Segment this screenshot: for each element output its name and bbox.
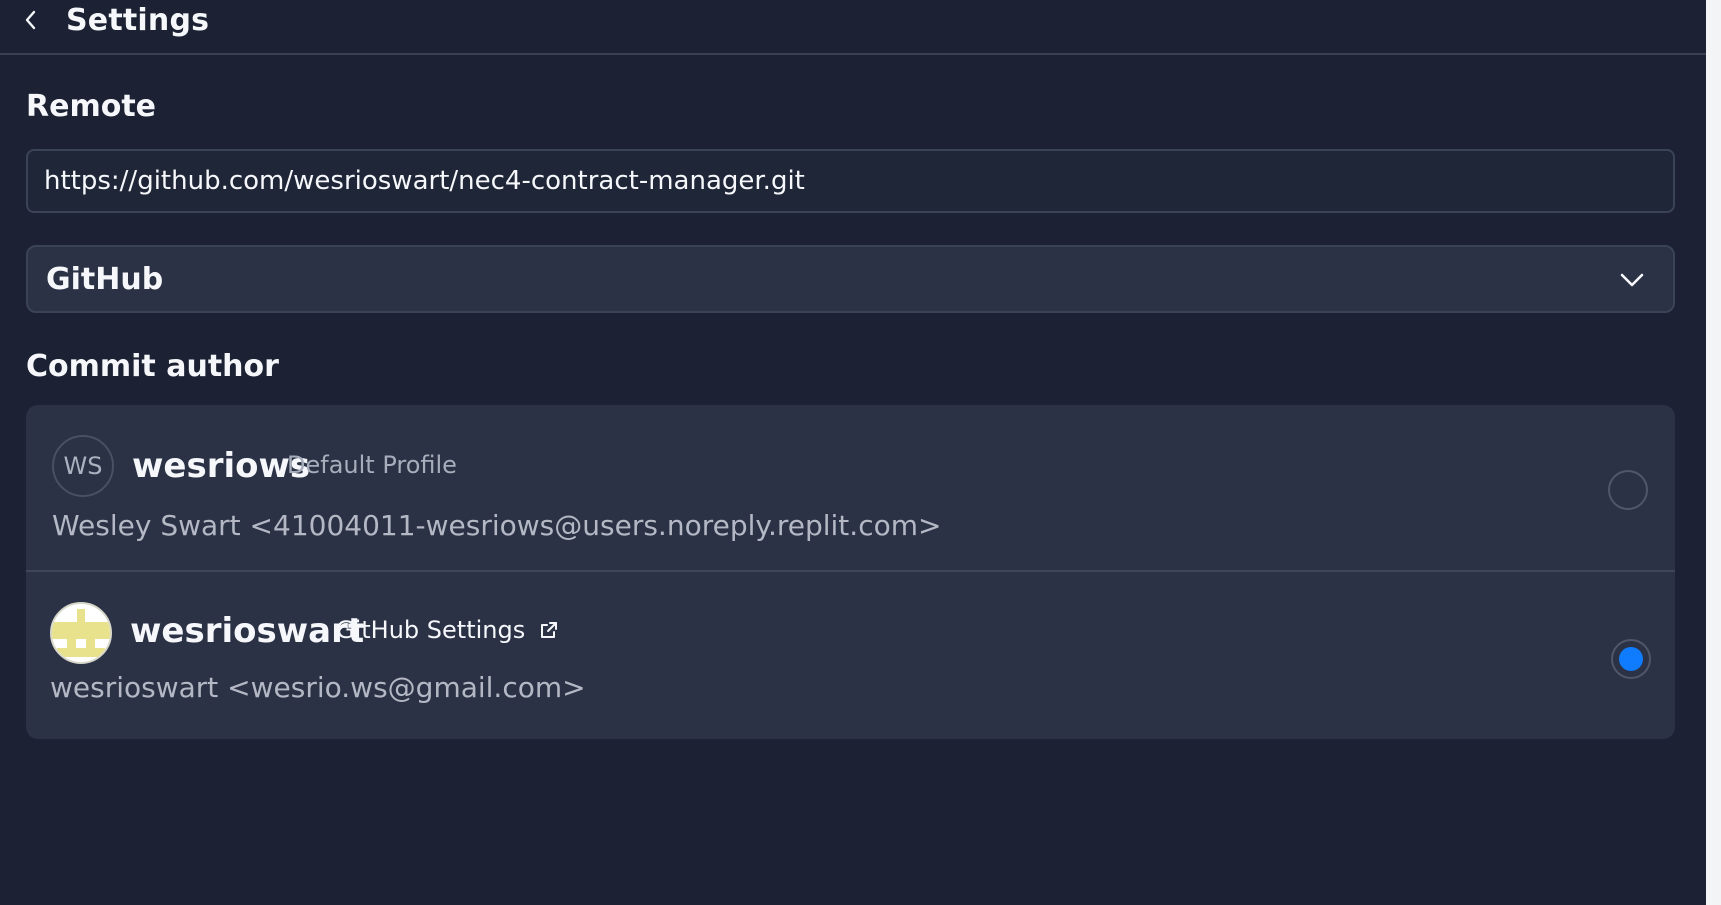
commit-author-title: Commit author [26,349,279,384]
remote-section-title: Remote [26,89,157,124]
page-title: Settings [66,3,210,38]
author-option[interactable]: WS wesriows Default Profile Wesley Swart… [26,405,1675,572]
avatar [50,602,112,664]
author-radio-selected[interactable] [1611,639,1651,679]
author-radio[interactable] [1608,470,1648,510]
author-option[interactable]: wesrioswart GitHub Settings wesrioswart … [26,572,1675,739]
settings-header: Settings [0,0,1706,55]
chevron-left-icon [25,10,36,30]
github-settings-label: GitHub Settings [336,616,526,644]
selected-provider: GitHub [46,262,164,297]
default-profile-label: Default Profile [287,451,457,479]
external-link-icon [541,622,558,638]
author-email: wesrioswart <wesrio.ws@gmail.com> [50,671,586,704]
github-settings-link[interactable]: GitHub Settings [336,615,559,645]
chevron-down-icon [1620,273,1644,287]
author-username: wesriows [132,446,311,486]
author-username: wesrioswart [130,611,365,651]
avatar: WS [52,435,114,497]
author-email: Wesley Swart <41004011-wesriows@users.no… [52,509,942,542]
settings-panel: Settings Remote GitHub Commit author WS … [0,0,1706,905]
identicon-avatar [52,604,110,662]
radio-selected-indicator [1619,647,1643,671]
git-provider-select[interactable]: GitHub [26,245,1675,313]
back-button[interactable] [18,6,44,34]
commit-author-list: WS wesriows Default Profile Wesley Swart… [26,405,1675,739]
window-edge [1706,0,1721,905]
remote-url-input[interactable] [26,149,1675,213]
